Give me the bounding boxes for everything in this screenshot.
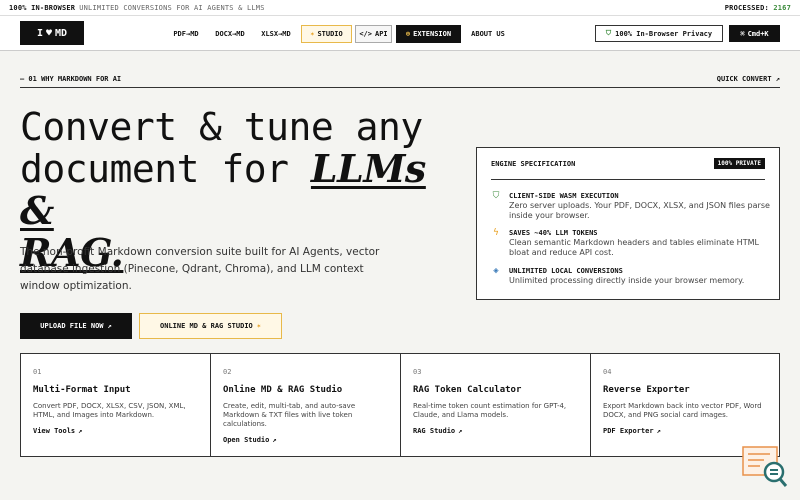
feature-cards: 01 Multi-Format Input Convert PDF, DOCX,… <box>20 353 780 457</box>
spec-item-title: CLIENT-SIDE WASM EXECUTION <box>509 192 619 200</box>
sparkle-icon: ✶ <box>256 322 261 330</box>
card-number: 04 <box>603 368 612 376</box>
announcement-muted: UNLIMITED CONVERSIONS FOR AI AGENTS & LL… <box>79 3 265 12</box>
quick-convert-label: QUICK CONVERT <box>716 74 772 83</box>
top-announcement-bar: 100% IN-BROWSER UNLIMITED CONVERSIONS FOR… <box>0 0 800 16</box>
online-studio-button[interactable]: ONLINE MD & RAG STUDIO ✶ <box>139 313 282 339</box>
engine-spec-panel: ENGINE SPECIFICATION 100% PRIVATE ⛉ CLIE… <box>476 147 780 300</box>
card-title: Online MD & RAG Studio <box>223 385 343 395</box>
card-text: Create, edit, multi-tab, and auto-save M… <box>223 402 356 428</box>
card-link-label: PDF Exporter <box>603 427 654 435</box>
card-title: Multi-Format Input <box>33 385 131 395</box>
spec-item-text: Clean semantic Markdown headers and tabl… <box>509 238 759 257</box>
document-search-icon <box>742 446 788 487</box>
sparkle-icon: ✶ <box>310 30 315 38</box>
card-link[interactable]: PDF Exporter ↗ <box>603 427 769 435</box>
nav-extension[interactable]: ⊕ EXTENSION <box>396 25 461 43</box>
spec-item: ◈ UNLIMITED LOCAL CONVERSIONS Unlimited … <box>491 266 779 286</box>
feature-card: 03 RAG Token Calculator Real-time token … <box>401 354 591 456</box>
spec-item: ϟ SAVES ~40% LLM TOKENS Clean semantic M… <box>491 228 779 258</box>
nav-about-us[interactable]: ABOUT US <box>468 25 508 43</box>
card-link[interactable]: View Tools ↗ <box>33 427 198 435</box>
privacy-label: 100% In-Browser Privacy <box>615 29 713 38</box>
processed-label: PROCESSED: <box>724 3 769 12</box>
layers-icon: ◈ <box>493 266 499 276</box>
spec-item-text: Zero server uploads. Your PDF, DOCX, XLS… <box>509 201 770 220</box>
processed-count: 2167 <box>773 3 791 12</box>
quick-convert-link[interactable]: QUICK CONVERT ↗ <box>717 75 780 83</box>
card-text: Convert PDF, DOCX, XLSX, CSV, JSON, XML,… <box>33 402 186 419</box>
nav-extension-label: EXTENSION <box>413 30 452 38</box>
spec-item-title: SAVES ~40% LLM TOKENS <box>509 229 598 237</box>
announcement-bold: 100% IN-BROWSER <box>9 3 76 12</box>
arrow-up-right-icon: ↗ <box>458 427 463 435</box>
heart-icon: ♥ <box>45 27 52 39</box>
card-text: Export Markdown back into vector PDF, Wo… <box>603 402 762 419</box>
private-badge: 100% PRIVATE <box>713 158 765 169</box>
card-link-label: Open Studio <box>223 436 270 444</box>
card-link[interactable]: RAG Studio ↗ <box>413 427 578 435</box>
card-number: 02 <box>223 368 232 376</box>
lightning-icon: ϟ <box>493 228 499 238</box>
cmdk-label: Cmd+K <box>747 29 769 38</box>
globe-icon: ⊕ <box>405 30 411 38</box>
nav-xlsx-to-md[interactable]: XLSX→MD <box>258 25 294 43</box>
card-title: Reverse Exporter <box>603 385 690 395</box>
card-number: 01 <box>33 368 42 376</box>
announcement-text: 100% IN-BROWSER UNLIMITED CONVERSIONS FOR… <box>9 4 265 12</box>
nav-api-label: API <box>375 30 388 38</box>
nav-studio[interactable]: ✶ STUDIO <box>301 25 352 43</box>
shield-icon: ⛉ <box>605 29 612 37</box>
feature-card: 01 Multi-Format Input Convert PDF, DOCX,… <box>21 354 211 456</box>
hero-description: The non-profit Markdown conversion suite… <box>20 246 380 292</box>
nav-docx-to-md[interactable]: DOCX→MD <box>212 25 248 43</box>
arrow-up-right-icon: ↗ <box>775 74 780 83</box>
spec-heading: ENGINE SPECIFICATION <box>491 159 576 168</box>
spec-item-text: Unlimited processing directly inside you… <box>509 276 745 285</box>
nav-api[interactable]: </> API <box>355 25 392 43</box>
arrow-up-right-icon: ↗ <box>78 427 83 435</box>
card-link[interactable]: Open Studio ↗ <box>223 436 388 444</box>
studio-label: ONLINE MD & RAG STUDIO <box>160 322 253 330</box>
card-link-label: View Tools <box>33 427 76 435</box>
section-header: — 01 WHY MARKDOWN FOR AI QUICK CONVERT ↗ <box>20 70 780 88</box>
upload-label: UPLOAD FILE NOW <box>40 322 104 330</box>
card-title: RAG Token Calculator <box>413 385 522 395</box>
spec-item-title: UNLIMITED LOCAL CONVERSIONS <box>509 267 623 275</box>
floating-search-widget[interactable] <box>742 446 788 488</box>
command-icon: ⌘ <box>740 29 745 38</box>
feature-card: 02 Online MD & RAG Studio Create, edit, … <box>211 354 401 456</box>
nav-pdf-to-md[interactable]: PDF→MD <box>170 25 202 43</box>
card-link-label: RAG Studio <box>413 427 456 435</box>
logo-text-left: I <box>36 27 43 39</box>
privacy-badge[interactable]: ⛉ 100% In-Browser Privacy <box>595 25 723 42</box>
processed-counter: PROCESSED: 2167 <box>725 4 791 12</box>
spec-header: ENGINE SPECIFICATION 100% PRIVATE <box>491 148 765 180</box>
arrow-up-right-icon: ↗ <box>656 427 661 435</box>
logo[interactable]: I ♥ MD <box>20 21 84 45</box>
feature-card: 04 Reverse Exporter Export Markdown back… <box>591 354 781 456</box>
logo-text-right: MD <box>55 27 68 39</box>
section-label: — 01 WHY MARKDOWN FOR AI <box>20 74 122 83</box>
command-palette-button[interactable]: ⌘ Cmd+K <box>729 25 780 42</box>
card-text: Real-time token count estimation for GPT… <box>413 402 567 419</box>
code-icon: </> <box>359 30 372 38</box>
main-nav: I ♥ MD PDF→MD DOCX→MD XLSX→MD ✶ STUDIO </… <box>0 16 800 51</box>
spec-item: ⛉ CLIENT-SIDE WASM EXECUTION Zero server… <box>491 191 779 221</box>
card-number: 03 <box>413 368 422 376</box>
nav-studio-label: STUDIO <box>317 30 343 38</box>
shield-check-icon: ⛉ <box>492 191 500 201</box>
arrow-up-right-icon: ↗ <box>272 436 277 444</box>
upload-file-button[interactable]: UPLOAD FILE NOW ↗ <box>20 313 132 339</box>
arrow-up-right-icon: ↗ <box>107 322 112 330</box>
